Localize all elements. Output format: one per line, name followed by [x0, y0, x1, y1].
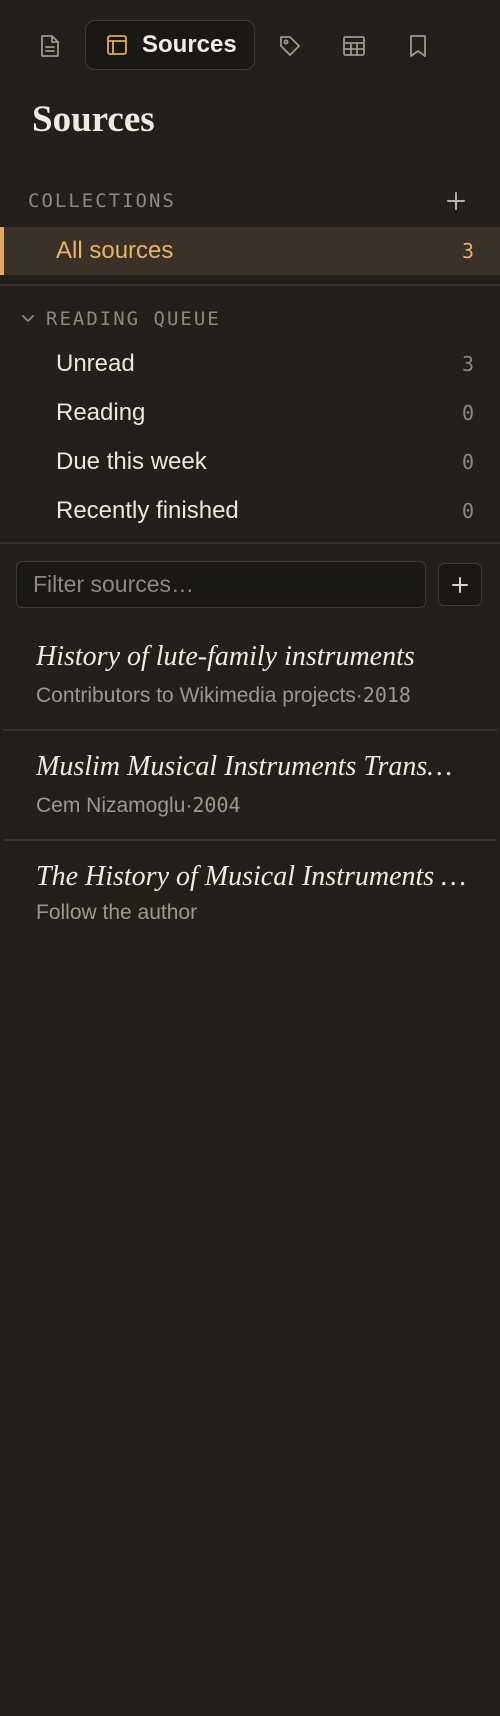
source-title: Muslim Musical Instruments Trans… — [36, 751, 453, 782]
source-year: 2018 — [362, 683, 411, 707]
reading-queue-heading: READING QUEUE — [46, 308, 221, 330]
source-author: Follow the author — [36, 901, 198, 924]
tab-bookmarks[interactable] — [398, 26, 438, 66]
queue-item-label: Due this week — [56, 448, 207, 475]
list-item[interactable]: History of lute-family instruments Contr… — [0, 641, 500, 751]
divider — [3, 729, 497, 731]
queue-item-count: 3 — [461, 352, 474, 376]
collections-heading: COLLECTIONS — [28, 190, 176, 212]
queue-item-count: 0 — [461, 450, 474, 474]
tab-sources-label: Sources — [142, 31, 237, 58]
tab-tags[interactable] — [270, 26, 310, 66]
sources-icon — [107, 35, 127, 55]
document-icon — [41, 35, 59, 57]
queue-item-count: 0 — [461, 401, 474, 425]
divider — [0, 542, 500, 544]
source-author: Cem Nizamoglu — [36, 794, 186, 817]
source-title: History of lute-family instruments — [36, 641, 415, 672]
plus-icon — [452, 576, 468, 593]
source-year: 2004 — [192, 793, 241, 817]
tag-icon — [280, 36, 300, 56]
tab-bar: Sources — [0, 20, 500, 72]
meta-separator: · — [355, 684, 363, 707]
tab-sources[interactable]: Sources — [85, 20, 255, 70]
divider — [3, 839, 497, 841]
reading-queue-toggle[interactable]: READING QUEUE — [18, 308, 228, 332]
list-item[interactable]: Muslim Musical Instruments Trans… Cem Ni… — [0, 751, 500, 861]
bookmark-icon — [410, 35, 426, 57]
queue-item-count: 0 — [461, 499, 474, 523]
add-source-button[interactable] — [438, 563, 482, 606]
source-title: The History of Musical Instruments … — [36, 861, 467, 892]
source-meta: Cem Nizamoglu·2004 — [36, 793, 241, 818]
queue-item-label: Unread — [56, 350, 135, 377]
collection-count: 3 — [461, 239, 474, 263]
chevron-down-icon — [22, 315, 34, 322]
queue-item-label: Recently finished — [56, 497, 239, 524]
filter-sources-input[interactable] — [16, 561, 426, 608]
list-item[interactable]: The History of Musical Instruments … Fol… — [0, 861, 500, 971]
plus-icon — [447, 192, 465, 210]
page-title: Sources — [32, 99, 155, 140]
source-author: Contributors to Wikimedia projects — [36, 684, 356, 707]
divider — [0, 284, 500, 286]
collection-all-sources[interactable]: All sources 3 — [0, 227, 500, 275]
queue-item-reading[interactable]: Reading 0 — [0, 389, 500, 437]
queue-item-due-this-week[interactable]: Due this week 0 — [0, 438, 500, 486]
collection-label: All sources — [56, 237, 174, 264]
tab-table[interactable] — [334, 26, 374, 66]
queue-item-recently-finished[interactable]: Recently finished 0 — [0, 487, 500, 535]
queue-item-unread[interactable]: Unread 3 — [0, 340, 500, 388]
source-meta: Follow the author — [36, 901, 197, 925]
queue-item-label: Reading — [56, 399, 146, 426]
selection-indicator — [0, 227, 4, 275]
add-collection-button[interactable] — [444, 189, 468, 213]
source-meta: Contributors to Wikimedia projects·2018 — [36, 683, 411, 708]
table-icon — [343, 36, 365, 56]
tab-document[interactable] — [30, 26, 70, 66]
